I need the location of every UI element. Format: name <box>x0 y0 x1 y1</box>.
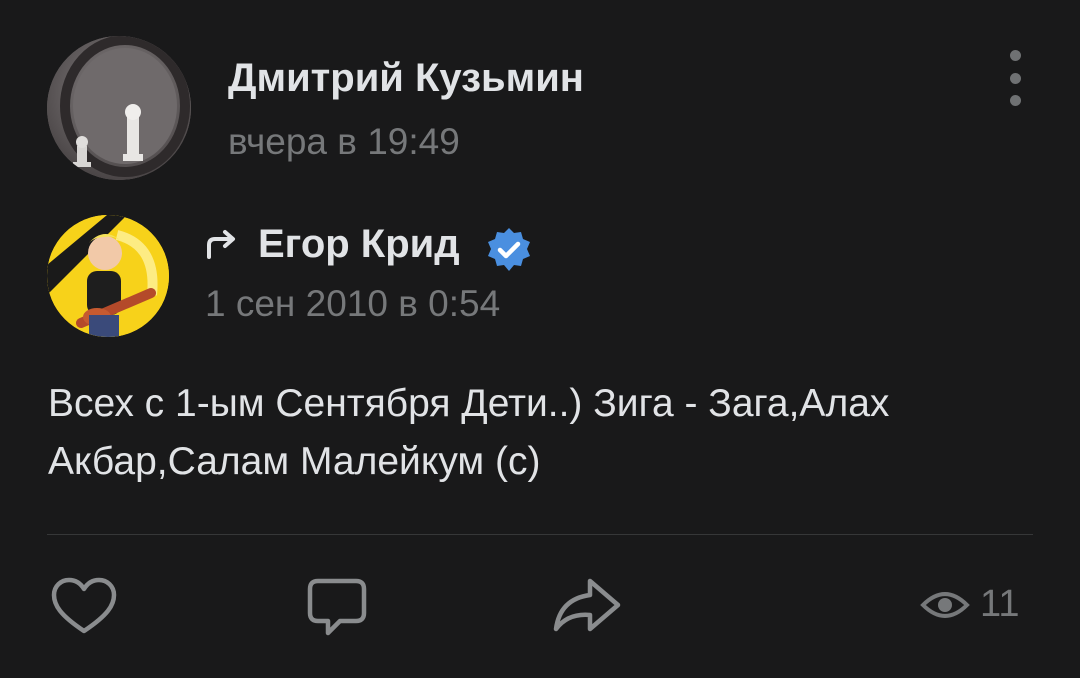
views-counter: 11 <box>920 583 1019 626</box>
chess-pieces-avatar-image <box>47 36 191 180</box>
comment-icon[interactable] <box>306 575 368 637</box>
repost-timestamp[interactable]: 1 сен 2010 в 0:54 <box>205 283 500 325</box>
views-count: 11 <box>980 583 1020 625</box>
eye-icon <box>920 591 970 618</box>
post-timestamp[interactable]: вчера в 19:49 <box>228 121 460 163</box>
divider <box>47 534 1033 535</box>
repost-avatar[interactable] <box>47 215 169 337</box>
share-icon[interactable] <box>550 575 624 637</box>
dot <box>1009 95 1021 106</box>
heart-icon[interactable] <box>50 575 118 637</box>
author-avatar[interactable] <box>47 36 191 180</box>
dot <box>1009 72 1021 84</box>
author-name[interactable]: Дмитрий Кузьмин <box>228 56 584 101</box>
more-options-icon[interactable] <box>1000 50 1030 106</box>
repost-author-name[interactable]: Егор Крид <box>258 222 460 267</box>
cartoon-guitarist-avatar-image <box>47 215 169 337</box>
repost-arrow-icon <box>207 230 235 259</box>
post-card: Дмитрий Кузьмин вчера в 19:49 Егор Крид … <box>0 0 1080 678</box>
verified-icon <box>488 228 530 271</box>
dot <box>1009 50 1021 61</box>
post-text: Всех с 1-ым Сентября Дети..) Зига - Зага… <box>48 382 890 483</box>
